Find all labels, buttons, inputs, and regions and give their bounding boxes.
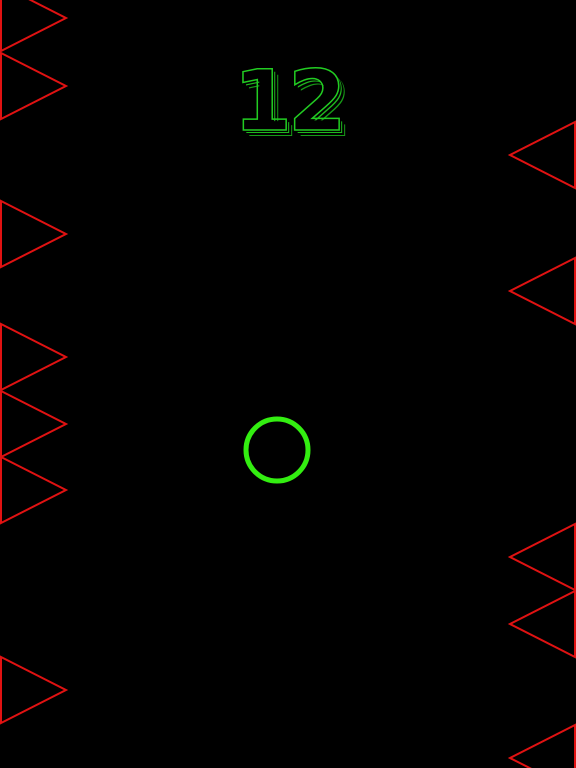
player-ball <box>243 416 311 484</box>
spike-left <box>0 655 69 725</box>
spike-right <box>507 589 576 659</box>
spike-left <box>0 389 69 459</box>
spike-left <box>0 455 69 525</box>
spike-right <box>507 256 576 326</box>
game-canvas[interactable]: 12 <box>0 0 576 768</box>
spike-right <box>507 723 576 768</box>
score-counter: 12 <box>233 52 347 150</box>
right-spike-wall <box>507 120 576 768</box>
spike-right <box>507 522 576 592</box>
spike-left <box>0 0 69 53</box>
spike-left <box>0 322 69 392</box>
spike-left <box>0 199 69 269</box>
